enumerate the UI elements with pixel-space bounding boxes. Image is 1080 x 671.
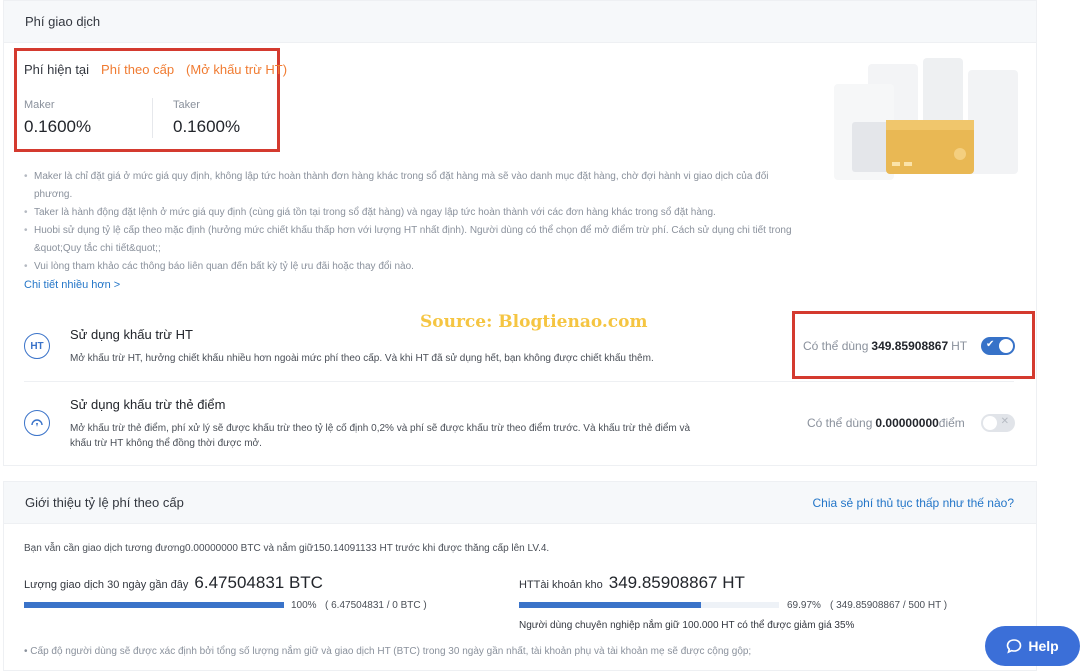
fee-section-title: Phí giao dịch bbox=[25, 14, 101, 29]
volume-progress-bar bbox=[24, 602, 284, 608]
share-fee-link[interactable]: Chia sẻ phí thủ tục thấp như thế nào? bbox=[812, 496, 1014, 510]
upgrade-info: Bạn vẫn cần giao dịch tương đương0.00000… bbox=[24, 543, 550, 554]
tier-footnote-text: Cấp độ người dùng sẽ được xác định bởi t… bbox=[30, 646, 752, 657]
help-button-label: Help bbox=[1028, 638, 1059, 654]
point-gauge-icon bbox=[31, 419, 43, 427]
volume-label-text: Lượng giao dịch 30 ngày gần đây bbox=[24, 579, 189, 591]
holding-label: HTTài khoản kho 349.85908867 HT bbox=[519, 573, 745, 593]
ht-available: Có thể dùng 349.85908867 HT bbox=[803, 339, 967, 353]
point-available-unit: điểm bbox=[938, 416, 965, 430]
taker-value: 0.1600% bbox=[173, 117, 241, 136]
holding-detail: ( 349.85908867 / 500 HT ) bbox=[830, 600, 948, 611]
current-fee-label: Phí hiện tại bbox=[24, 62, 90, 77]
ht-unlock-link[interactable]: (Mở khấu trừ HT) bbox=[186, 62, 287, 77]
point-available-label: Có thể dùng bbox=[807, 416, 873, 430]
point-deduction-desc-2: khấu trừ HT không thể đồng thời được mở. bbox=[70, 438, 262, 449]
current-fee-line: Phí hiện tại Phí theo cấp (Mở khấu trừ H… bbox=[24, 62, 287, 77]
chat-bubble-icon bbox=[1007, 639, 1022, 654]
note-item: Taker là hành động đặt lệnh ở mức giá qu… bbox=[24, 204, 794, 222]
volume-value: 6.47504831 BTC bbox=[194, 573, 323, 592]
holding-progress-bar bbox=[519, 602, 779, 608]
volume-percent: 100% bbox=[291, 600, 317, 611]
maker-label: Maker bbox=[24, 99, 55, 111]
toggle-knob bbox=[999, 339, 1013, 353]
toggle-knob bbox=[983, 416, 997, 430]
ht-available-unit: HT bbox=[951, 339, 968, 353]
point-available-value: 0.00000000 bbox=[875, 416, 939, 430]
help-button[interactable]: Help bbox=[985, 626, 1080, 666]
volume-label: Lượng giao dịch 30 ngày gần đây 6.475048… bbox=[24, 573, 323, 593]
ht-deduction-title: Sử dụng khấu trừ HT bbox=[70, 327, 193, 342]
ht-deduction-desc: Mở khấu trừ HT, hưởng chiết khấu nhiều h… bbox=[70, 353, 654, 364]
volume-progress-fill bbox=[24, 602, 284, 608]
ht-icon-text: HT bbox=[30, 340, 44, 352]
pro-user-promo: Người dùng chuyên nghiệp nắm giữ 100.000… bbox=[519, 620, 855, 631]
volume-detail: ( 6.47504831 / 0 BTC ) bbox=[325, 600, 427, 611]
source-watermark: Source: Blogtienao.com bbox=[420, 312, 648, 332]
fee-notes: Maker là chỉ đặt giá ở mức giá quy định,… bbox=[24, 168, 794, 276]
point-available: Có thể dùng 0.00000000 điểm bbox=[807, 416, 965, 430]
tier-card-header: Giới thiệu tỷ lệ phí theo cấp Chia sẻ ph… bbox=[4, 482, 1036, 524]
holding-label-text: HTTài khoản kho bbox=[519, 579, 603, 591]
holding-percent: 69.97% bbox=[787, 600, 821, 611]
tier-section-title: Giới thiệu tỷ lệ phí theo cấp bbox=[25, 495, 184, 510]
point-deduction-title: Sử dụng khấu trừ thẻ điểm bbox=[70, 397, 226, 412]
check-icon: ✔ bbox=[986, 339, 995, 350]
taker-label: Taker bbox=[173, 99, 200, 111]
tier-footnote: • Cấp độ người dùng sẽ được xác định bởi… bbox=[24, 646, 752, 657]
point-deduction-toggle[interactable]: ✕ bbox=[981, 414, 1015, 432]
cards-illustration bbox=[834, 58, 1018, 180]
note-item: Huobi sử dụng tỷ lệ cấp theo mặc định (h… bbox=[24, 222, 794, 258]
holding-progress-fill bbox=[519, 602, 701, 608]
ht-available-label: Có thể dùng bbox=[803, 339, 869, 353]
note-item: Vui lòng tham khảo các thông báo liên qu… bbox=[24, 258, 794, 276]
holding-value: 349.85908867 HT bbox=[608, 573, 745, 592]
ht-coin-icon: HT bbox=[24, 333, 50, 359]
point-card-icon bbox=[24, 410, 50, 436]
row-divider bbox=[24, 381, 1014, 382]
fee-card-header: Phí giao dịch bbox=[4, 1, 1036, 43]
more-details-link[interactable]: Chi tiết nhiều hơn > bbox=[24, 279, 120, 291]
ht-deduction-toggle[interactable]: ✔ bbox=[981, 337, 1015, 355]
maker-value: 0.1600% bbox=[24, 117, 92, 136]
point-deduction-desc-1: Mở khấu trừ thẻ điểm, phí xử lý sẽ được … bbox=[70, 423, 691, 434]
note-item: Maker là chỉ đặt giá ở mức giá quy định,… bbox=[24, 168, 794, 204]
ht-available-value: 349.85908867 bbox=[871, 339, 949, 353]
close-icon: ✕ bbox=[1000, 416, 1009, 427]
tier-fee-link[interactable]: Phí theo cấp bbox=[101, 62, 174, 77]
stat-divider bbox=[152, 98, 153, 138]
